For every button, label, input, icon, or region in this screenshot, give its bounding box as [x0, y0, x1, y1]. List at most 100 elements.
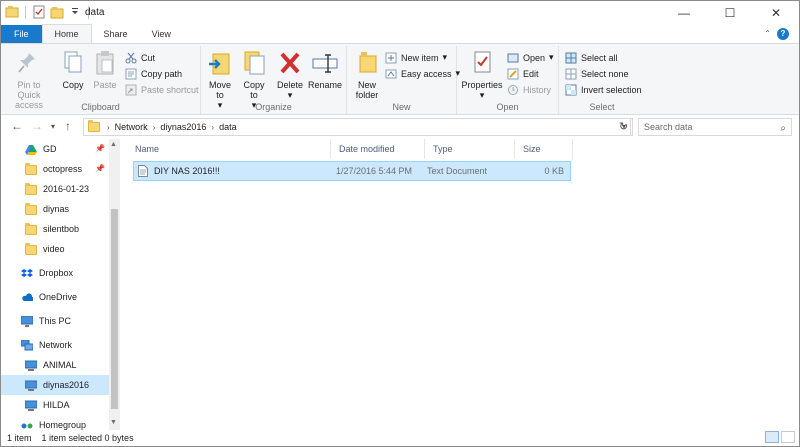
sidebar-item-this-pc[interactable]: This PC: [1, 311, 109, 331]
network-computer-icon: [24, 380, 38, 391]
tab-file[interactable]: File: [1, 25, 42, 43]
table-row[interactable]: DIY NAS 2016!!! 1/27/2016 5:44 PM Text D…: [133, 161, 571, 181]
maximize-button[interactable]: ☐: [707, 1, 753, 25]
new-item-label: New item: [401, 52, 439, 63]
text-document-icon: [138, 165, 148, 177]
new-folder-button[interactable]: New folder: [351, 48, 383, 100]
new-folder-icon: [352, 48, 382, 78]
sidebar-item-diynas[interactable]: diynas: [1, 199, 109, 219]
search-icon: ⌕: [780, 123, 786, 134]
sidebar-item-network[interactable]: Network: [1, 335, 109, 355]
status-bar: 1 item 1 item selected 0 bytes: [1, 430, 799, 446]
navigation-scrollbar[interactable]: ▲ ▼: [109, 139, 120, 430]
history-button[interactable]: History: [507, 82, 551, 97]
cut-button[interactable]: Cut: [125, 50, 155, 65]
refresh-icon[interactable]: ↻: [615, 118, 633, 136]
copy-path-button[interactable]: Copy path: [125, 66, 182, 81]
breadcrumb-data[interactable]: data: [219, 122, 237, 132]
open-group-label: Open: [496, 102, 519, 112]
scroll-down-icon[interactable]: ▼: [110, 419, 117, 426]
customize-qat-dropdown-icon[interactable]: [68, 5, 82, 19]
selection-info: 1 item selected 0 bytes: [41, 433, 134, 443]
forward-arrow-icon[interactable]: →: [31, 119, 43, 133]
properties-icon: [467, 48, 497, 78]
file-name: DIY NAS 2016!!!: [154, 166, 220, 176]
column-header-size[interactable]: Size: [515, 139, 573, 159]
address-bar[interactable]: › Network › diynas2016 › data ▾: [83, 118, 631, 136]
sidebar-item-onedrive[interactable]: OneDrive: [1, 287, 109, 307]
properties-label: Properties: [461, 80, 503, 90]
recent-locations-dropdown-icon[interactable]: ▾: [51, 122, 55, 131]
edit-button[interactable]: Edit: [507, 66, 539, 81]
folder-icon: [25, 162, 37, 175]
column-header-name[interactable]: Name: [127, 139, 331, 159]
copy-path-icon: [125, 68, 137, 80]
open-button[interactable]: Open ▾: [507, 50, 554, 65]
move-to-label: Move to: [208, 80, 231, 100]
rename-button[interactable]: Rename: [307, 48, 343, 90]
back-arrow-icon[interactable]: ←: [11, 119, 23, 133]
copy-button[interactable]: Copy: [59, 48, 87, 90]
easy-access-icon: [385, 68, 397, 80]
breadcrumb-separator-icon: ›: [211, 122, 215, 132]
tab-share[interactable]: Share: [92, 25, 140, 43]
delete-button[interactable]: Delete ▾: [275, 48, 305, 100]
properties-qat-icon[interactable]: [32, 5, 46, 19]
sidebar-item-video[interactable]: video: [1, 239, 109, 259]
properties-button[interactable]: Properties ▾: [461, 48, 503, 100]
sidebar-item-label: OneDrive: [39, 292, 78, 302]
organize-group: Move to ▾ Copy to ▾ Delete ▾ Rename Orga…: [201, 46, 347, 114]
sidebar-item-octopress[interactable]: octopress 📌: [1, 159, 109, 179]
column-header-type[interactable]: Type: [425, 139, 515, 159]
paste-button[interactable]: Paste: [91, 48, 119, 90]
select-none-button[interactable]: Select none: [565, 66, 629, 81]
select-all-button[interactable]: Select all: [565, 50, 618, 65]
tab-home[interactable]: Home: [41, 24, 92, 43]
invert-selection-label: Invert selection: [581, 84, 642, 95]
quick-access-toolbar: [5, 5, 91, 19]
sidebar-item-gd[interactable]: GD 📌: [1, 139, 109, 159]
pin-quick-access-button[interactable]: Pin to Quick access: [5, 48, 53, 110]
new-item-button[interactable]: New item ▾: [385, 50, 447, 65]
scrollbar-thumb[interactable]: [111, 209, 118, 409]
window-title: data: [85, 7, 105, 18]
sidebar-item-hilda[interactable]: HILDA: [1, 395, 109, 415]
collapse-ribbon-icon[interactable]: ⌃: [764, 29, 771, 38]
edit-label: Edit: [523, 68, 539, 79]
easy-access-label: Easy access: [401, 68, 452, 79]
sidebar-item-label: octopress: [43, 164, 83, 174]
close-button[interactable]: ✕: [753, 1, 799, 25]
new-folder-label: New folder: [355, 80, 379, 100]
new-folder-qat-icon[interactable]: [50, 5, 64, 19]
paste-icon: [90, 48, 120, 78]
scroll-up-icon[interactable]: ▲: [110, 141, 117, 148]
select-none-label: Select none: [581, 68, 629, 79]
sidebar-item-diynas2016[interactable]: diynas2016: [1, 375, 109, 395]
paste-shortcut-button[interactable]: Paste shortcut: [125, 82, 199, 97]
open-label: Open: [523, 52, 546, 63]
sidebar-item-animal[interactable]: ANIMAL: [1, 355, 109, 375]
search-input[interactable]: Search data ⌕: [638, 118, 792, 136]
minimize-button[interactable]: —: [661, 1, 707, 25]
sidebar-item-label: ANIMAL: [43, 360, 77, 370]
large-icons-view-icon[interactable]: [781, 431, 795, 443]
sidebar-item-label: HILDA: [43, 400, 70, 410]
help-button[interactable]: ?: [777, 28, 789, 40]
details-view-icon[interactable]: [765, 431, 779, 443]
up-arrow-icon[interactable]: ↑: [65, 119, 71, 133]
breadcrumb-network[interactable]: Network: [115, 122, 148, 132]
invert-selection-button[interactable]: Invert selection: [565, 82, 642, 97]
sidebar-item-label: Homegroup: [39, 420, 87, 430]
tab-view[interactable]: View: [140, 25, 183, 43]
easy-access-button[interactable]: Easy access ▾: [385, 66, 460, 81]
column-header-date-modified[interactable]: Date modified: [331, 139, 425, 159]
copy-to-button[interactable]: Copy to ▾: [239, 48, 269, 110]
onedrive-cloud-icon: [21, 292, 34, 303]
ribbon-tabs: File Home Share View: [1, 24, 799, 43]
sidebar-item-dropbox[interactable]: Dropbox: [1, 263, 109, 283]
pinned-icon: 📌: [95, 164, 105, 173]
sidebar-item-2016-01-23[interactable]: 2016-01-23: [1, 179, 109, 199]
breadcrumb-diynas2016[interactable]: diynas2016: [160, 122, 206, 132]
move-to-button[interactable]: Move to ▾: [205, 48, 235, 110]
sidebar-item-silentbob[interactable]: silentbob: [1, 219, 109, 239]
